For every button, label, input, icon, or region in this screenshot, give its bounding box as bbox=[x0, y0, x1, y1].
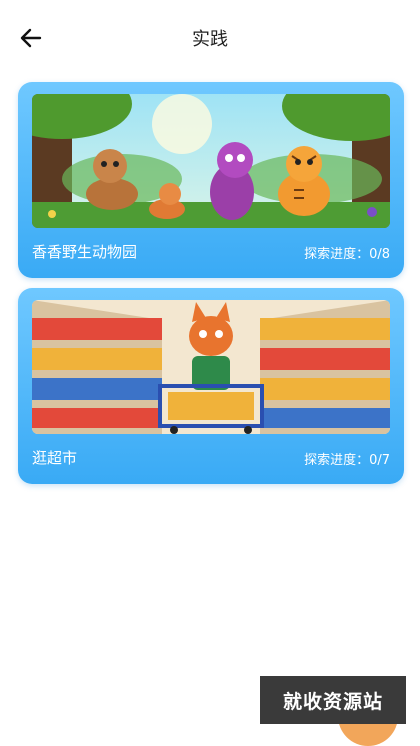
top-bar: 实践 bbox=[0, 0, 420, 76]
zoo-illustration bbox=[32, 94, 390, 228]
practice-card-zoo[interactable]: 香香野生动物园 探索进度：0/8 bbox=[18, 82, 404, 278]
practice-card-supermarket[interactable]: 逛超市 探索进度：0/7 bbox=[18, 288, 404, 484]
page-title: 实践 bbox=[192, 29, 228, 50]
card-title: 香香野生动物园 bbox=[32, 243, 138, 261]
watermark: 就收资源站 bbox=[260, 676, 406, 724]
explore-progress: 探索进度：0/8 bbox=[304, 247, 390, 262]
supermarket-illustration bbox=[32, 300, 390, 434]
card-title: 逛超市 bbox=[32, 449, 78, 467]
explore-progress: 探索进度：0/7 bbox=[304, 453, 390, 468]
